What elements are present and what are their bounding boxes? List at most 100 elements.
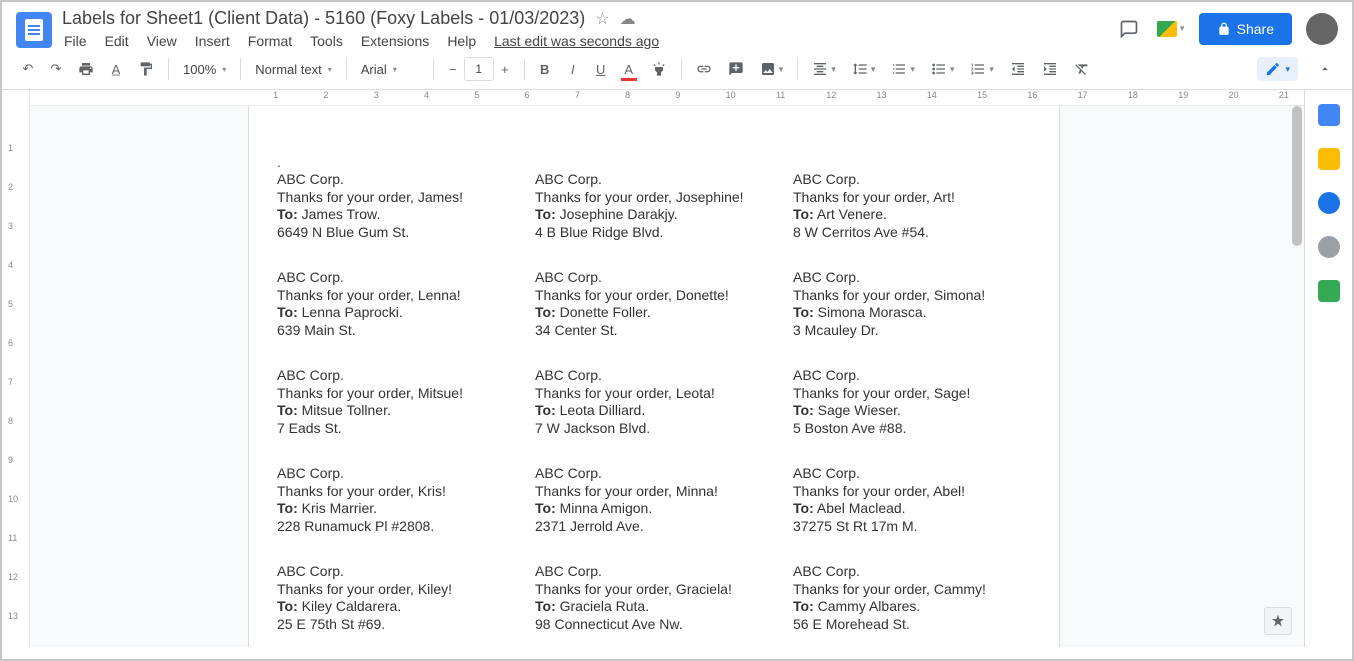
bold-button[interactable]: B [533, 55, 557, 83]
address-label[interactable]: ABC Corp.Thanks for your order, Lenna!To… [277, 269, 515, 339]
label-address: 56 E Morehead St. [793, 616, 1031, 634]
label-address: 7 W Jackson Blvd. [535, 420, 773, 438]
label-to: To: Minna Amigon. [535, 500, 773, 518]
address-label[interactable]: ABC Corp.Thanks for your order, Sage!To:… [793, 367, 1031, 437]
vertical-ruler: 12345678910111213 [2, 90, 30, 647]
redo-button[interactable]: ↷ [44, 55, 68, 83]
underline-button[interactable]: U [589, 55, 613, 83]
label-company: ABC Corp. [277, 171, 515, 189]
label-company: ABC Corp. [277, 563, 515, 581]
google-docs-icon[interactable] [16, 12, 52, 48]
styles-dropdown[interactable]: Normal text [249, 58, 337, 81]
address-label[interactable]: ABC Corp.Thanks for your order, Abel!To:… [793, 465, 1031, 535]
menu-extensions[interactable]: Extensions [361, 33, 429, 49]
insert-comment-button[interactable] [722, 55, 750, 83]
label-to: To: Josephine Darakjy. [535, 206, 773, 224]
keep-icon[interactable] [1318, 148, 1340, 170]
menu-view[interactable]: View [147, 33, 177, 49]
vertical-scrollbar[interactable] [1292, 106, 1302, 246]
calendar-icon[interactable] [1318, 104, 1340, 126]
address-label[interactable]: ABC Corp.Thanks for your order, Leota!To… [535, 367, 773, 437]
address-label[interactable]: ABC Corp.Thanks for your order, Simona!T… [793, 269, 1031, 339]
profile-avatar[interactable] [1306, 13, 1338, 45]
address-label[interactable]: ABC Corp.Thanks for your order, Kris!To:… [277, 465, 515, 535]
tasks-icon[interactable] [1318, 192, 1340, 214]
checklist-button[interactable] [885, 55, 921, 83]
print-button[interactable] [72, 55, 100, 83]
menu-help[interactable]: Help [447, 33, 476, 49]
label-to: To: Simona Morasca. [793, 304, 1031, 322]
comments-icon[interactable] [1115, 17, 1143, 41]
editing-mode-button[interactable]: ▾ [1257, 57, 1298, 81]
label-address: 228 Runamuck Pl #2808. [277, 518, 515, 536]
document-title[interactable]: Labels for Sheet1 (Client Data) - 5160 (… [62, 8, 585, 29]
clear-formatting-button[interactable] [1068, 55, 1096, 83]
cloud-status-icon[interactable]: ☁ [620, 9, 636, 29]
font-dropdown[interactable]: Arial [355, 58, 425, 81]
highlight-button[interactable] [645, 55, 673, 83]
label-thanks: Thanks for your order, Abel! [793, 483, 1031, 501]
indent-increase-button[interactable] [1036, 55, 1064, 83]
last-edit-link[interactable]: Last edit was seconds ago [494, 33, 659, 49]
label-thanks: Thanks for your order, Art! [793, 189, 1031, 207]
share-button[interactable]: Share [1199, 13, 1292, 45]
label-thanks: Thanks for your order, Mitsue! [277, 385, 515, 403]
align-button[interactable] [806, 55, 842, 83]
maps-icon[interactable] [1318, 280, 1340, 302]
numbered-list-button[interactable] [964, 55, 1000, 83]
address-label[interactable]: ABC Corp.Thanks for your order, Minna!To… [535, 465, 773, 535]
document-canvas[interactable]: 123456789101112131415161718192021 . ABC … [30, 90, 1304, 647]
text-color-button[interactable]: A [617, 55, 641, 83]
indent-decrease-button[interactable] [1004, 55, 1032, 83]
italic-button[interactable]: I [561, 55, 585, 83]
menu-insert[interactable]: Insert [195, 33, 230, 49]
label-address: 8 W Cerritos Ave #54. [793, 224, 1031, 242]
side-panel [1304, 90, 1352, 647]
address-label[interactable]: ABC Corp.Thanks for your order, Mitsue!T… [277, 367, 515, 437]
zoom-dropdown[interactable]: 100% [177, 58, 232, 81]
menu-tools[interactable]: Tools [310, 33, 343, 49]
label-to: To: Mitsue Tollner. [277, 402, 515, 420]
star-icon[interactable]: ☆ [595, 9, 609, 29]
address-label[interactable]: ABC Corp.Thanks for your order, Cammy!To… [793, 563, 1031, 633]
label-thanks: Thanks for your order, James! [277, 189, 515, 207]
label-company: ABC Corp. [535, 563, 773, 581]
menu-edit[interactable]: Edit [105, 33, 129, 49]
address-label[interactable]: ABC Corp.Thanks for your order, Graciela… [535, 563, 773, 633]
label-address: 5 Boston Ave #88. [793, 420, 1031, 438]
label-company: ABC Corp. [535, 465, 773, 483]
label-thanks: Thanks for your order, Leota! [535, 385, 773, 403]
explore-button[interactable] [1264, 607, 1292, 635]
horizontal-ruler: 123456789101112131415161718192021 [30, 90, 1304, 106]
label-company: ABC Corp. [277, 269, 515, 287]
spellcheck-button[interactable]: A̲ [104, 55, 128, 83]
font-size-decrease-button[interactable]: − [442, 57, 464, 81]
label-company: ABC Corp. [793, 367, 1031, 385]
label-address: 98 Connecticut Ave Nw. [535, 616, 773, 634]
address-label[interactable]: ABC Corp.Thanks for your order, James!To… [277, 171, 515, 241]
undo-button[interactable]: ↶ [16, 55, 40, 83]
address-label[interactable]: ABC Corp.Thanks for your order, Donette!… [535, 269, 773, 339]
address-label[interactable]: ABC Corp.Thanks for your order, Josephin… [535, 171, 773, 241]
font-size-input[interactable]: 1 [464, 57, 494, 81]
text-cursor: . [277, 154, 1031, 170]
label-address: 6649 N Blue Gum St. [277, 224, 515, 242]
page[interactable]: . ABC Corp.Thanks for your order, James!… [248, 106, 1060, 647]
paint-format-button[interactable] [132, 55, 160, 83]
label-thanks: Thanks for your order, Cammy! [793, 581, 1031, 599]
collapse-toolbar-button[interactable] [1312, 55, 1338, 83]
label-to: To: Leota Dilliard. [535, 402, 773, 420]
line-spacing-button[interactable] [846, 55, 882, 83]
insert-image-button[interactable] [754, 55, 790, 83]
label-thanks: Thanks for your order, Simona! [793, 287, 1031, 305]
address-label[interactable]: ABC Corp.Thanks for your order, Kiley!To… [277, 563, 515, 633]
address-label[interactable]: ABC Corp.Thanks for your order, Art!To: … [793, 171, 1031, 241]
contacts-icon[interactable] [1318, 236, 1340, 258]
meet-icon[interactable] [1157, 17, 1185, 41]
bullet-list-button[interactable] [925, 55, 961, 83]
label-company: ABC Corp. [793, 171, 1031, 189]
menu-format[interactable]: Format [248, 33, 292, 49]
font-size-increase-button[interactable]: + [494, 57, 516, 81]
menu-file[interactable]: File [64, 33, 87, 49]
insert-link-button[interactable] [690, 55, 718, 83]
